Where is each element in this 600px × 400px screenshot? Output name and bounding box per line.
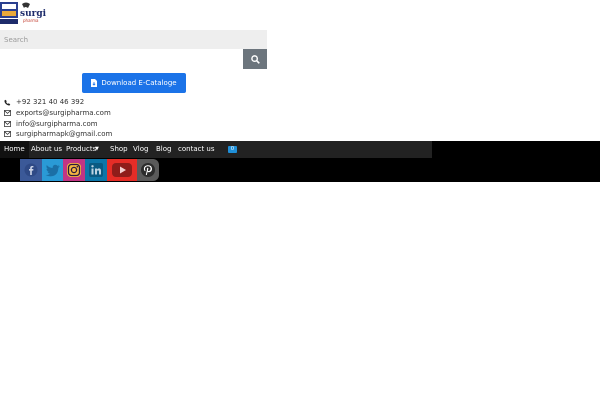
envelope-icon	[4, 121, 11, 127]
pinterest-icon[interactable]	[137, 159, 159, 181]
nav-item-products[interactable]: Products	[66, 141, 96, 158]
chevron-down-icon: ▼	[95, 146, 99, 152]
nav-item-blog[interactable]: Blog	[156, 141, 171, 158]
phone-icon	[4, 99, 11, 106]
nav-item-shop[interactable]: Shop	[110, 141, 128, 158]
nav-item-home[interactable]: Home	[0, 141, 29, 158]
instagram-icon[interactable]	[63, 159, 85, 181]
nav-item-about[interactable]: About us	[31, 141, 62, 158]
contact-email-gmail[interactable]: surgipharmapk@gmail.com	[4, 130, 112, 138]
cart-count-badge[interactable]: 0	[228, 146, 237, 153]
search-input[interactable]	[0, 30, 267, 49]
linkedin-icon[interactable]	[85, 159, 107, 181]
search-button[interactable]	[243, 49, 267, 69]
contact-email-exports[interactable]: exports@surgipharma.com	[4, 109, 111, 117]
email-gmail: surgipharmapk@gmail.com	[16, 130, 113, 138]
download-catalogue-button[interactable]: Download E-Cataloge	[82, 73, 186, 93]
email-exports: exports@surgipharma.com	[16, 109, 111, 117]
surgipharma-logo[interactable]: surgi pharma	[0, 0, 48, 26]
svg-text:pharma: pharma	[23, 18, 39, 23]
youtube-icon[interactable]	[107, 159, 137, 181]
twitter-icon[interactable]	[42, 159, 63, 181]
contact-phone[interactable]: +92 321 40 46 392	[4, 98, 84, 106]
facebook-icon[interactable]	[20, 159, 42, 181]
nav-item-contact[interactable]: contact us	[178, 141, 215, 158]
file-download-icon	[91, 79, 98, 87]
phone-number: +92 321 40 46 392	[16, 98, 85, 106]
contact-email-info[interactable]: info@surgipharma.com	[4, 120, 98, 128]
download-catalogue-label: Download E-Cataloge	[101, 79, 177, 87]
envelope-icon	[4, 131, 11, 137]
nav-menu	[0, 141, 432, 158]
email-info: info@surgipharma.com	[16, 120, 98, 128]
search-icon	[250, 54, 260, 64]
envelope-icon	[4, 110, 11, 116]
nav-item-vlog[interactable]: Vlog	[133, 141, 148, 158]
